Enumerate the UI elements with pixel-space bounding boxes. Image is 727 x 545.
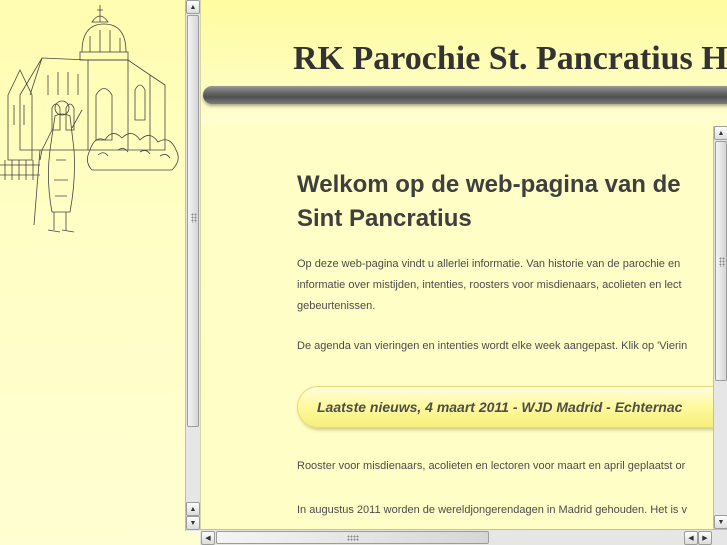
intro-paragraph: Op deze web-pagina vindt u allerlei info… <box>297 254 727 317</box>
arrow-down-icon: ▼ <box>189 519 197 527</box>
arrow-left-icon: ◀ <box>688 534 694 542</box>
intro-line: informatie over mistijden, intenties, ro… <box>297 279 682 291</box>
scroll-thumb[interactable] <box>187 15 199 427</box>
church-drawing <box>0 5 179 233</box>
welcome-heading-line1: Welkom op de web-pagina van de <box>297 171 681 198</box>
horizontal-scroll-thumb[interactable] <box>216 531 489 544</box>
intro-line: Op deze web-pagina vindt u allerlei info… <box>297 258 681 270</box>
arrow-right-icon: ▶ <box>702 534 708 542</box>
welcome-heading: Welkom op de web-pagina van de Sint Panc… <box>297 168 727 236</box>
arrow-up-icon: ▲ <box>189 505 197 513</box>
grip-icon <box>719 257 725 267</box>
left-frame: ▲ ▲ ▼ <box>0 0 200 545</box>
latest-news-box[interactable]: Laatste nieuws, 4 maart 2011 - WJD Madri… <box>297 386 727 428</box>
scroll-left-button[interactable]: ◀ <box>201 531 215 545</box>
scroll-thumb[interactable] <box>715 141 727 381</box>
main-frame: Welkom op de web-pagina van de Sint Panc… <box>200 124 727 545</box>
site-title: RK Parochie St. Pancratius Ho <box>293 40 727 77</box>
welcome-heading-line2: Sint Pancratius <box>297 205 472 232</box>
scroll-down-button[interactable]: ▼ <box>714 515 727 529</box>
scroll-up-button[interactable]: ▲ <box>714 126 727 140</box>
arrow-up-icon: ▲ <box>717 129 725 137</box>
scroll-up-button-lower[interactable]: ▲ <box>186 502 200 516</box>
intro-line: gebeurtenissen. <box>297 300 376 312</box>
scroll-left-button-right[interactable]: ◀ <box>684 531 698 545</box>
left-frame-scrollbar[interactable]: ▲ ▲ ▼ <box>185 0 200 531</box>
arrow-left-icon: ◀ <box>205 534 211 542</box>
rooster-paragraph: Rooster voor misdienaars, acolieten en l… <box>297 460 686 472</box>
scroll-down-button[interactable]: ▼ <box>186 516 200 530</box>
wjd-paragraph: In augustus 2011 worden de wereldjongere… <box>297 504 687 516</box>
title-underline-bar <box>203 86 727 104</box>
agenda-paragraph: De agenda van vieringen en intenties wor… <box>297 340 688 352</box>
arrow-up-icon: ▲ <box>189 3 197 11</box>
grip-icon <box>347 535 359 541</box>
scroll-right-button[interactable]: ▶ <box>698 531 712 545</box>
header-frame: RK Parochie St. Pancratius Ho <box>200 0 727 124</box>
scroll-up-button[interactable]: ▲ <box>186 0 200 14</box>
main-frame-horizontal-scrollbar[interactable]: ◀ ◀ ▶ <box>200 529 727 545</box>
arrow-down-icon: ▼ <box>717 518 725 526</box>
grip-icon <box>191 213 197 223</box>
latest-news-title[interactable]: Laatste nieuws, 4 maart 2011 - WJD Madri… <box>317 399 682 415</box>
main-frame-scrollbar[interactable]: ▲ ▼ <box>713 126 727 530</box>
